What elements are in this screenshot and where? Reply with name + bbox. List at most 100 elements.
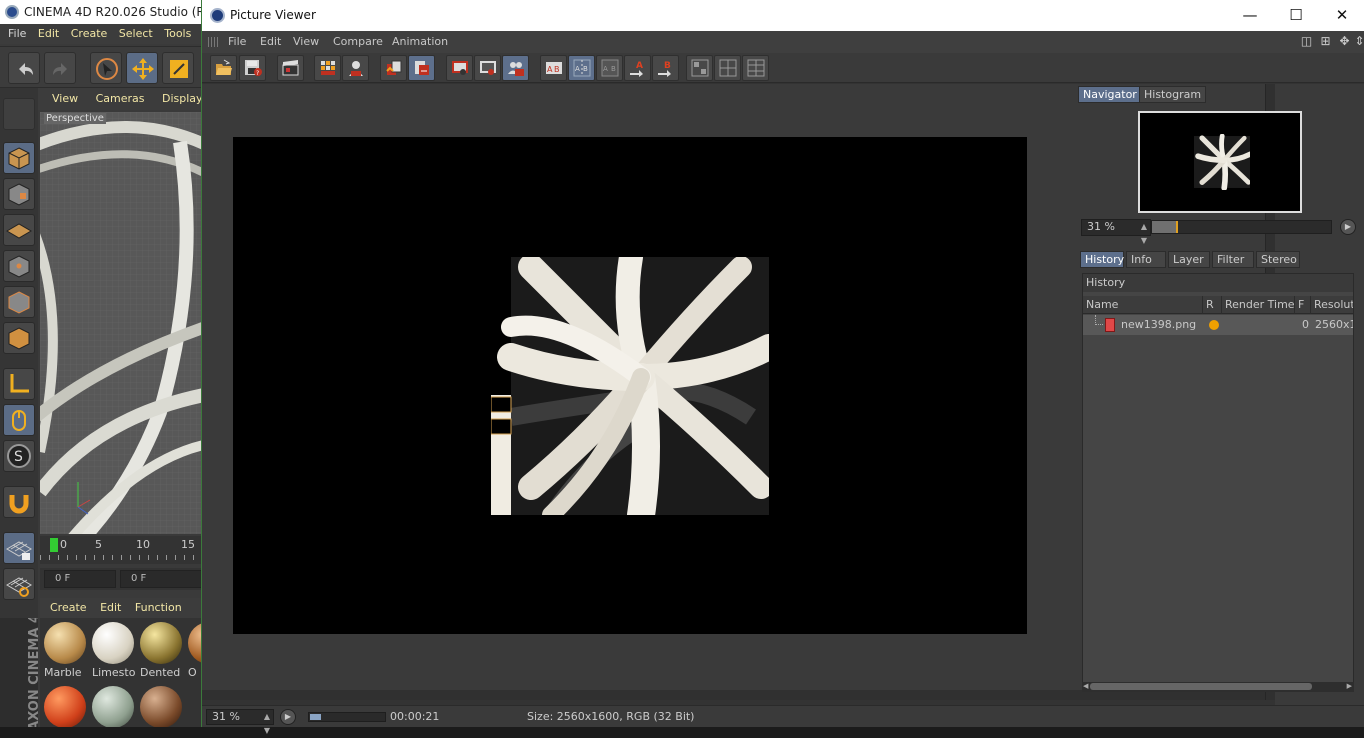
material-orange[interactable] <box>42 684 88 727</box>
history-row[interactable]: new1398.png 0 2560x1 <box>1083 315 1353 335</box>
tweak-mode-button[interactable] <box>3 404 35 436</box>
team-render-button[interactable] <box>502 55 529 81</box>
full-view-button[interactable] <box>446 55 473 81</box>
material-menu-edit[interactable]: Edit <box>100 601 121 614</box>
c4d-menu-tools[interactable]: Tools <box>164 27 191 40</box>
render-animation-button[interactable] <box>277 55 304 81</box>
axis-mode-button[interactable] <box>3 368 35 400</box>
set-a-button[interactable]: A <box>624 55 651 81</box>
save-button[interactable]: ? <box>239 55 266 81</box>
maximize-button[interactable]: ☐ <box>1273 0 1319 31</box>
axis-icon <box>10 374 29 393</box>
close-button[interactable]: ✕ <box>1319 0 1364 31</box>
checker-cube-icon <box>8 183 30 206</box>
minimize-button[interactable]: — <box>1227 0 1273 31</box>
navigator-preview[interactable] <box>1138 111 1302 213</box>
viewport-menu-display[interactable]: Display <box>162 92 202 105</box>
edges-mode-button[interactable] <box>3 286 35 318</box>
timeline-playhead[interactable] <box>50 538 58 552</box>
col-render-time[interactable]: Render Time <box>1222 296 1295 314</box>
material-menu-create[interactable]: Create <box>50 601 87 614</box>
c4d-menu-file[interactable]: File <box>8 27 26 40</box>
palette-tool-1[interactable] <box>3 98 35 130</box>
menu-animation[interactable]: Animation <box>392 31 448 53</box>
render-settings-button[interactable] <box>342 55 369 81</box>
zoom-slider-knob[interactable] <box>1152 221 1178 233</box>
start-frame-field[interactable]: 0 F <box>44 570 116 588</box>
texture-mode-button[interactable] <box>3 178 35 210</box>
material-brown[interactable] <box>138 684 184 727</box>
copy-image-button[interactable] <box>380 55 407 81</box>
redo-button[interactable] <box>44 52 76 84</box>
viewport-menu-cameras[interactable]: Cameras <box>96 92 145 105</box>
new-window-icon[interactable]: ⊞ <box>1318 34 1333 49</box>
select-tool-button[interactable] <box>90 52 122 84</box>
move-panel-icon[interactable]: ✥ <box>1337 34 1352 49</box>
tab-histogram[interactable]: Histogram <box>1139 86 1207 103</box>
layout-3-button[interactable] <box>742 55 769 81</box>
menu-compare[interactable]: Compare <box>333 31 383 53</box>
material-dented[interactable]: Dented <box>138 620 184 682</box>
open-button[interactable] <box>210 55 237 81</box>
menu-file[interactable]: File <box>228 31 246 53</box>
layout-panel-icon[interactable]: ◫ <box>1299 34 1314 49</box>
timeline[interactable]: 0 5 10 15 <box>40 536 202 564</box>
workplane-align-button[interactable] <box>3 568 35 600</box>
workplane-button[interactable] <box>3 214 35 246</box>
snap-button[interactable]: S <box>3 440 35 472</box>
set-b-button[interactable]: B <box>652 55 679 81</box>
tab-layer[interactable]: Layer <box>1168 251 1210 268</box>
col-r[interactable]: R <box>1203 296 1222 314</box>
compare-ab-button[interactable]: AB <box>540 55 567 81</box>
col-resolution[interactable]: Resolut <box>1311 296 1353 314</box>
zoom-slider[interactable] <box>1151 220 1332 234</box>
compare-split-button[interactable]: AB <box>568 55 595 81</box>
menu-view[interactable]: View <box>293 31 319 53</box>
locked-workplane-button[interactable] <box>3 532 35 564</box>
scale-icon <box>170 60 188 78</box>
c4d-menu-edit[interactable]: Edit <box>38 27 59 40</box>
move-tool-button[interactable] <box>126 52 158 84</box>
col-name[interactable]: Name <box>1083 296 1203 314</box>
tab-history[interactable]: History <box>1080 251 1124 268</box>
material-limestone[interactable]: Limestor <box>90 620 136 682</box>
col-frame[interactable]: F <box>1295 296 1311 314</box>
points-mode-button[interactable] <box>3 250 35 282</box>
history-hscrollbar[interactable]: ◀ ▶ <box>1082 682 1354 692</box>
zoom-dropdown[interactable]: 31 % ▲ ▼ <box>206 709 274 735</box>
navigator-play-button[interactable]: ▶ <box>1340 219 1356 235</box>
paste-image-button[interactable] <box>408 55 435 81</box>
svg-text:B: B <box>611 65 616 73</box>
render-region-button[interactable] <box>314 55 341 81</box>
current-frame-field[interactable]: 0 F <box>120 570 202 588</box>
material-marble[interactable]: Marble <box>42 620 88 682</box>
magnet-button[interactable] <box>3 486 35 518</box>
history-scroll-thumb[interactable] <box>1090 683 1312 690</box>
undo-button[interactable] <box>8 52 40 84</box>
c4d-menu-create[interactable]: Create <box>71 27 108 40</box>
scroll-left-icon[interactable]: ◀ <box>1083 682 1088 690</box>
split-view-button[interactable] <box>474 55 501 81</box>
menu-edit[interactable]: Edit <box>260 31 281 53</box>
c4d-menu-select[interactable]: Select <box>119 27 153 40</box>
material-menu-function[interactable]: Function <box>135 601 182 614</box>
perspective-viewport[interactable]: Perspective <box>40 112 202 534</box>
viewport-menu-view[interactable]: View <box>52 92 78 105</box>
tab-navigator[interactable]: Navigator <box>1078 86 1142 103</box>
layout-1-button[interactable] <box>686 55 713 81</box>
tab-info[interactable]: Info <box>1126 251 1166 268</box>
material-o[interactable]: O <box>186 620 202 682</box>
tab-filter[interactable]: Filter <box>1212 251 1254 268</box>
model-mode-button[interactable] <box>3 142 35 174</box>
scale-tool-button[interactable] <box>162 52 194 84</box>
expand-icon[interactable]: ⇕ <box>1352 34 1364 49</box>
scroll-right-icon[interactable]: ▶ <box>1347 682 1352 690</box>
locked-grid-icon <box>6 541 32 560</box>
navigator-zoom-dropdown[interactable]: 31 % ▲ ▼ <box>1081 219 1151 245</box>
play-button[interactable]: ▶ <box>280 709 296 725</box>
compare-diff-button[interactable]: AB <box>596 55 623 81</box>
polygons-mode-button[interactable] <box>3 322 35 354</box>
tab-stereo[interactable]: Stereo <box>1256 251 1300 268</box>
material-green-gray[interactable] <box>90 684 136 727</box>
layout-2-button[interactable] <box>714 55 741 81</box>
